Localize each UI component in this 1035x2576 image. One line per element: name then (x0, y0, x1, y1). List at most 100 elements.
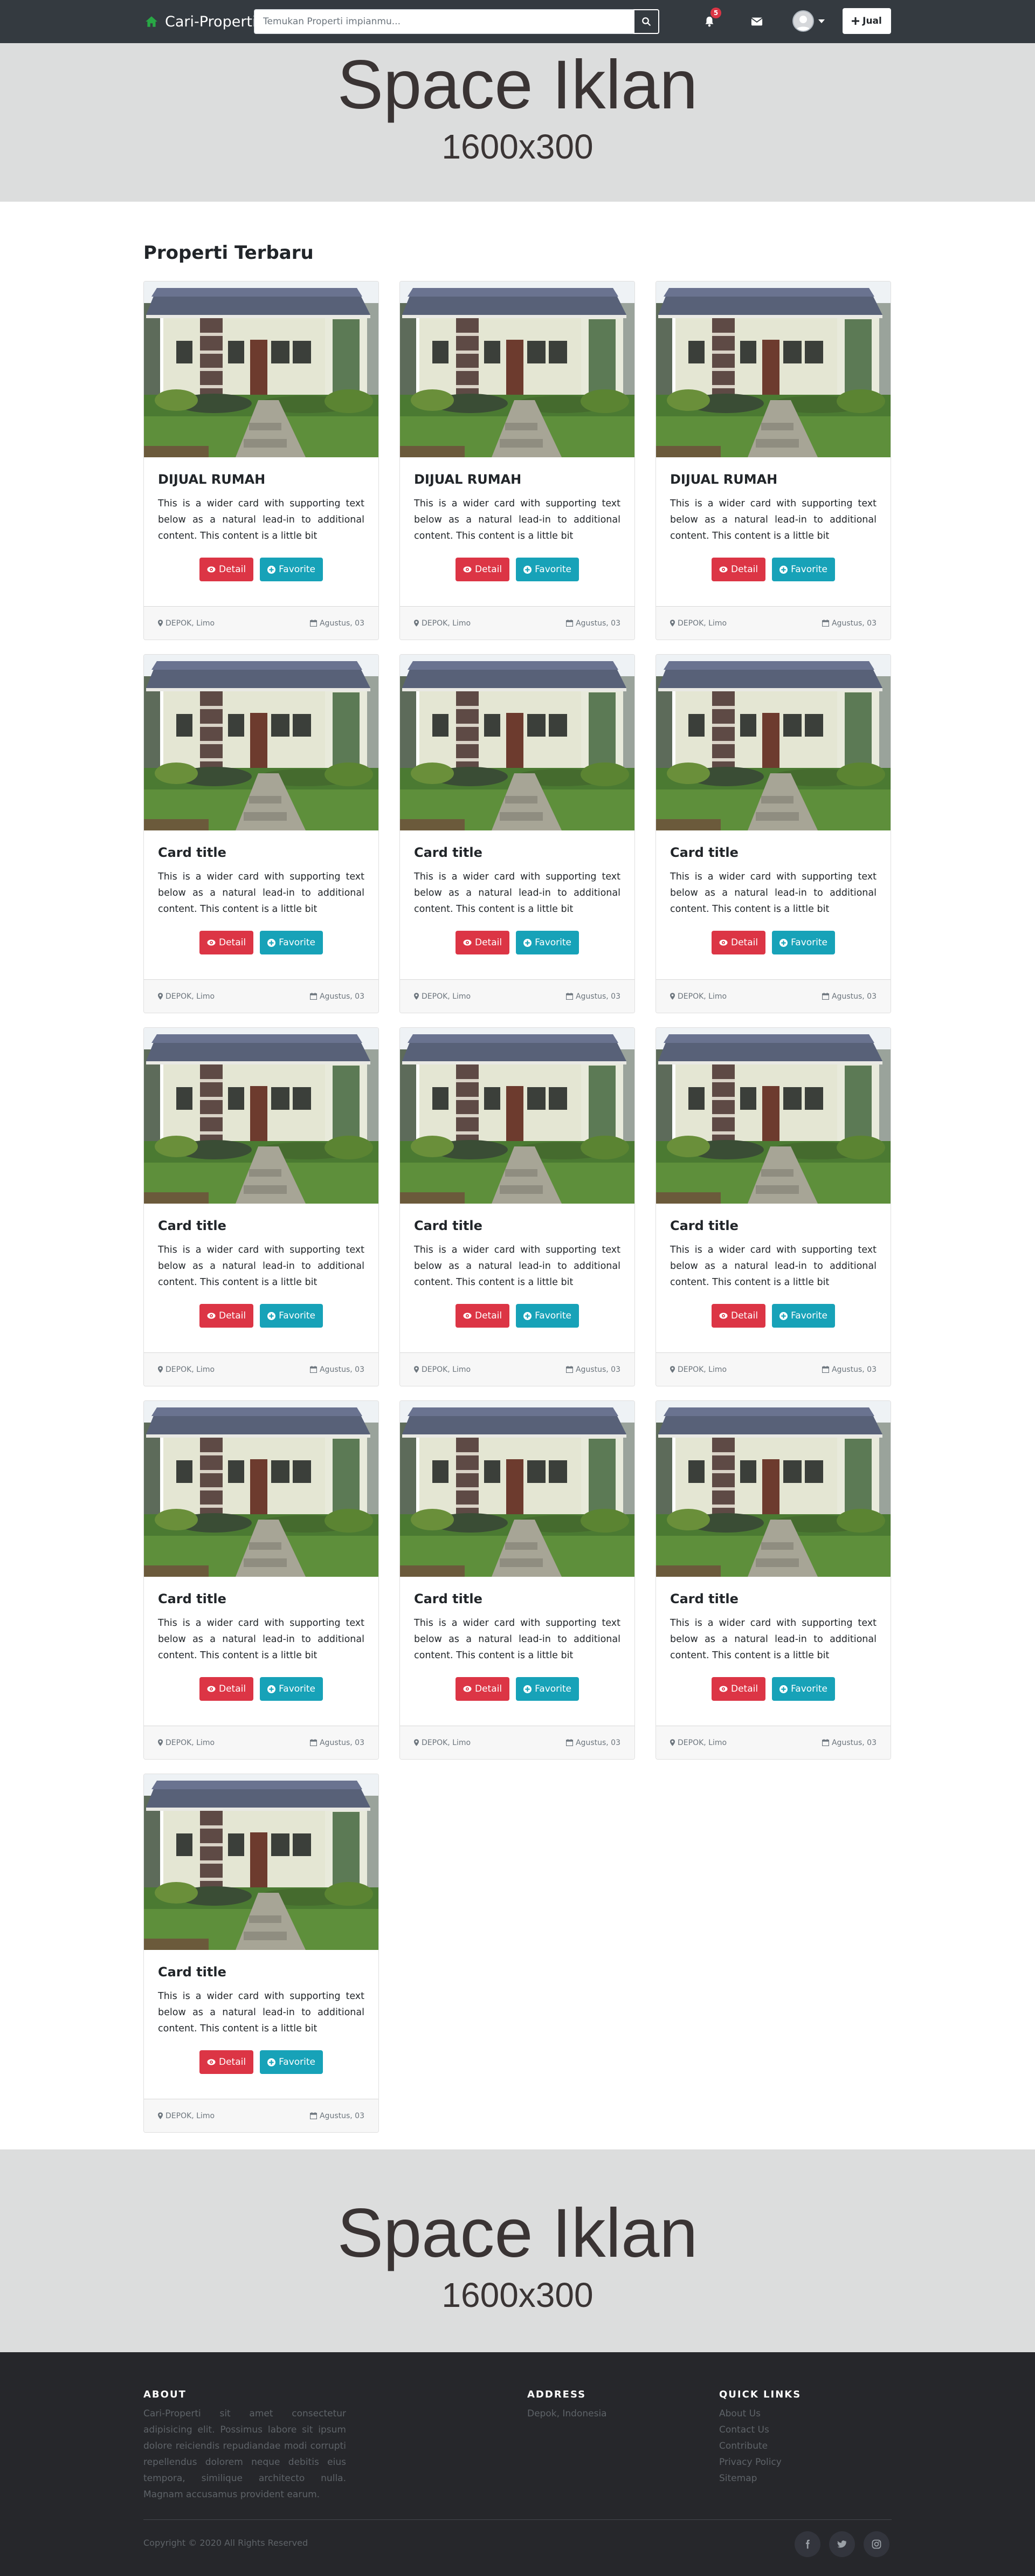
footer-link-privacy[interactable]: Privacy Policy (719, 2454, 881, 2470)
map-marker-icon (670, 620, 675, 627)
date-text: Agustus, 03 (831, 992, 877, 1001)
detail-button[interactable]: Detail (199, 2050, 254, 2074)
instagram-icon (872, 2539, 881, 2549)
map-marker-icon (414, 620, 419, 627)
detail-button[interactable]: Detail (455, 931, 510, 954)
card-footer: DEPOK, Limo Agustus, 03 (400, 1726, 634, 1759)
detail-label: Detail (474, 1684, 502, 1694)
detail-label: Detail (218, 1310, 246, 1321)
detail-button[interactable]: Detail (199, 1304, 254, 1328)
brand-link[interactable]: Cari-Properti (144, 11, 257, 32)
favorite-button[interactable]: Favorite (772, 1677, 836, 1701)
detail-button[interactable]: Detail (455, 1304, 510, 1328)
card-body: Card title This is a wider card with supp… (144, 1577, 378, 1664)
footer-link-about[interactable]: About Us (719, 2406, 881, 2422)
card-title: Card title (158, 1964, 226, 1980)
detail-label: Detail (730, 1310, 758, 1321)
date-text: Agustus, 03 (575, 1738, 620, 1747)
favorite-button[interactable]: Favorite (772, 558, 836, 581)
property-card: Card title This is a wider card with supp… (656, 1027, 891, 1386)
search-input[interactable] (254, 9, 633, 34)
card-footer: DEPOK, Limo Agustus, 03 (656, 606, 891, 640)
footer-link-contact[interactable]: Contact Us (719, 2422, 881, 2438)
site-footer: ABOUT Cari-Properti sit amet consectetur… (0, 2352, 1035, 2576)
calendar-icon (565, 620, 573, 627)
property-photo (656, 281, 891, 457)
user-menu-toggle[interactable] (792, 9, 830, 33)
calendar-icon (565, 1739, 573, 1746)
property-photo (144, 655, 378, 830)
footer-link-contribute[interactable]: Contribute (719, 2438, 881, 2454)
property-card: Card title This is a wider card with supp… (143, 1400, 379, 1760)
home-icon (146, 16, 157, 27)
eye-icon (207, 2059, 216, 2065)
card-location: DEPOK, Limo (670, 1739, 727, 1747)
card-location: DEPOK, Limo (414, 619, 471, 628)
favorite-button[interactable]: Favorite (260, 2050, 323, 2074)
card-text: This is a wider card with supporting tex… (158, 1245, 364, 1288)
card-text: This is a wider card with supporting tex… (414, 871, 620, 915)
map-marker-icon (670, 1366, 675, 1373)
card-body: Card title This is a wider card with supp… (144, 1950, 378, 2037)
favorite-button[interactable]: Favorite (772, 931, 836, 954)
location-text: DEPOK, Limo (422, 619, 471, 628)
date-text: Agustus, 03 (575, 619, 620, 628)
property-photo (656, 655, 891, 830)
location-text: DEPOK, Limo (165, 1365, 215, 1374)
property-card: Card title This is a wider card with supp… (656, 1400, 891, 1760)
sell-label: Jual (862, 16, 882, 26)
calendar-icon (822, 620, 829, 627)
card-location: DEPOK, Limo (158, 1739, 215, 1747)
detail-button[interactable]: Detail (711, 931, 766, 954)
ad-size: 1600x300 (441, 127, 594, 166)
detail-button[interactable]: Detail (711, 558, 766, 581)
favorite-button[interactable]: Favorite (516, 1677, 579, 1701)
ad-banner-bottom[interactable]: Space Iklan 1600x300 (0, 2149, 1035, 2352)
plus-circle-icon (779, 1685, 788, 1693)
favorite-button[interactable]: Favorite (516, 558, 579, 581)
detail-button[interactable]: Detail (199, 1677, 254, 1701)
card-date: Agustus, 03 (822, 1739, 877, 1747)
card-actions: Detail Favorite (656, 1677, 891, 1701)
detail-button[interactable]: Detail (711, 1677, 766, 1701)
property-photo (144, 1401, 378, 1577)
favorite-button[interactable]: Favorite (260, 558, 323, 581)
date-text: Agustus, 03 (831, 1365, 877, 1374)
favorite-button[interactable]: Favorite (516, 931, 579, 954)
favorite-button[interactable]: Favorite (516, 1304, 579, 1328)
calendar-icon (565, 993, 573, 1000)
card-actions: Detail Favorite (656, 558, 891, 581)
favorite-button[interactable]: Favorite (260, 1677, 323, 1701)
detail-button[interactable]: Detail (711, 1304, 766, 1328)
favorite-button[interactable]: Favorite (772, 1304, 836, 1328)
card-text: This is a wider card with supporting tex… (158, 1618, 364, 1661)
detail-button[interactable]: Detail (455, 558, 510, 581)
messages-button[interactable] (747, 12, 767, 31)
sell-button[interactable]: Jual (843, 8, 891, 34)
footer-about-heading: ABOUT (143, 2389, 187, 2400)
instagram-link[interactable] (864, 2531, 889, 2557)
facebook-link[interactable] (795, 2531, 820, 2557)
plus-circle-icon (523, 565, 532, 574)
plus-circle-icon (267, 1311, 276, 1320)
search-button[interactable] (633, 9, 659, 34)
twitter-link[interactable] (829, 2531, 855, 2557)
ad-banner-top[interactable]: Space Iklan 1600x300 (0, 43, 1035, 202)
card-actions: Detail Favorite (144, 931, 378, 954)
detail-button[interactable]: Detail (455, 1677, 510, 1701)
favorite-button[interactable]: Favorite (260, 931, 323, 954)
footer-link-sitemap[interactable]: Sitemap (719, 2470, 881, 2486)
detail-button[interactable]: Detail (199, 558, 254, 581)
card-title: Card title (414, 1591, 482, 1606)
navbar: Cari-Properti 5 Jual (0, 0, 1035, 43)
favorite-label: Favorite (535, 1310, 572, 1321)
eye-icon (719, 1686, 728, 1692)
card-location: DEPOK, Limo (158, 619, 215, 628)
card-date: Agustus, 03 (565, 1738, 620, 1747)
favorite-button[interactable]: Favorite (260, 1304, 323, 1328)
detail-button[interactable]: Detail (199, 931, 254, 954)
notifications-button[interactable]: 5 (700, 8, 721, 31)
map-marker-icon (670, 1739, 675, 1746)
card-title: DIJUAL RUMAH (158, 472, 266, 487)
location-text: DEPOK, Limo (165, 992, 215, 1001)
